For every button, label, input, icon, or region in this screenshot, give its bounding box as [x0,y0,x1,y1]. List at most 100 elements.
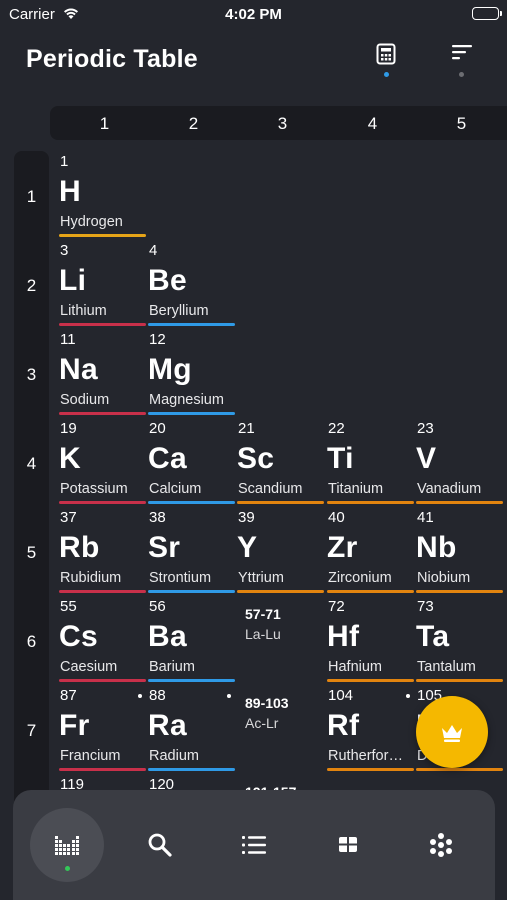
radioactive-dot [138,694,142,698]
crown-icon [442,725,462,742]
sort-button[interactable] [443,40,479,80]
atomic-number: 22 [328,420,345,437]
atomic-number: 41 [417,509,434,526]
group-label: 2 [188,114,199,133]
element-name: Rubidium [60,570,122,586]
atomic-number: 55 [60,598,77,615]
element-name: Tantalum [417,659,476,675]
element-cell-calcium[interactable]: 20 Ca Calcium [148,418,237,507]
element-symbol: Hf [327,620,360,653]
category-bar [59,412,146,415]
element-cell-vanadium[interactable]: 23 V Vanadium [416,418,505,507]
element-symbol: Zr [327,531,358,564]
category-bar [327,501,414,504]
tab-search[interactable] [123,808,197,882]
element-cell-titanium[interactable]: 22 Ti Titanium [327,418,416,507]
atomic-number: 4 [149,242,158,259]
tab-molecules[interactable] [404,808,478,882]
series-symbols: Ac-Lr [245,715,279,731]
category-bar [148,590,235,593]
element-name: Hydrogen [60,214,123,230]
category-bar [59,234,146,237]
category-bar [59,323,146,326]
element-cell-potassium[interactable]: 19 K Potassium [59,418,148,507]
period-label: 1 [26,187,37,206]
category-bar [148,412,235,415]
category-bar [148,768,235,771]
element-name: Rutherfor… [328,748,403,764]
element-cell-rutherfordium[interactable]: 104 Rf Rutherfor… [327,685,416,774]
element-cell-magnesium[interactable]: 12 Mg Magnesium [148,329,237,418]
element-cell-rubidium[interactable]: 37 Rb Rubidium [59,507,148,596]
element-cell-francium[interactable]: 87 Fr Francium [59,685,148,774]
element-symbol: H [59,175,81,208]
atomic-number: 72 [328,598,345,615]
lanthanide-series-cell[interactable]: 57-71 La-Lu [237,596,326,685]
bottom-tab-bar [13,790,495,900]
element-name: Scandium [238,481,303,497]
radioactive-dot [227,694,231,698]
element-cell-lithium[interactable]: 3 Li Lithium [59,240,148,329]
element-symbol: Rb [59,531,100,564]
element-name: Barium [149,659,195,675]
element-symbol: Sc [237,442,275,475]
element-name: Calcium [149,481,202,497]
element-cell-hydrogen[interactable]: 1 H Hydrogen [59,151,148,240]
series-range: 89-103 [245,695,289,711]
element-cell-barium[interactable]: 56 Ba Barium [148,596,237,685]
element-cell-sodium[interactable]: 11 Na Sodium [59,329,148,418]
element-symbol: Y [237,531,258,564]
element-name: Niobium [417,570,471,586]
element-name: Yttrium [238,570,284,586]
category-bar [416,679,503,682]
element-name: Strontium [149,570,212,586]
element-symbol: Li [59,264,87,297]
element-cell-hafnium[interactable]: 72 Hf Hafnium [327,596,416,685]
element-symbol: Ra [148,709,187,742]
atomic-number: 23 [417,420,434,437]
element-cell-radium[interactable]: 88 Ra Radium [148,685,237,774]
element-symbol: Nb [416,531,457,564]
atomic-number: 19 [60,420,77,437]
radioactive-dot [406,694,410,698]
search-icon [148,833,172,857]
category-bar [416,590,503,593]
actinide-series-cell[interactable]: 89-103 Ac-Lr [237,685,326,774]
element-symbol: Ti [327,442,354,475]
element-cell-caesium[interactable]: 55 Cs Caesium [59,596,148,685]
calculator-button[interactable] [368,40,404,80]
category-bar [148,501,235,504]
category-bar [59,768,146,771]
element-cell-tantalum[interactable]: 73 Ta Tantalum [416,596,505,685]
series-symbols: La-Lu [245,626,281,642]
premium-button[interactable] [416,696,488,768]
clock: 4:02 PM [225,6,282,23]
element-cell-yttrium[interactable]: 39 Y Yttrium [237,507,326,596]
element-cell-zirconium[interactable]: 40 Zr Zirconium [327,507,416,596]
tab-grid[interactable] [311,808,385,882]
tab-table-view[interactable] [30,808,104,882]
element-name: Radium [149,748,199,764]
element-symbol: Na [59,353,98,386]
atomic-number: 1 [60,153,69,170]
element-cell-beryllium[interactable]: 4 Be Beryllium [148,240,237,329]
element-symbol: Ca [148,442,187,475]
tab-list[interactable] [217,808,291,882]
atomic-number: 21 [238,420,255,437]
element-symbol: Fr [59,709,90,742]
element-name: Titanium [328,481,384,497]
element-name: Sodium [60,392,110,408]
period-header: 1 2 3 4 5 6 7 [14,151,49,811]
category-bar [327,768,414,771]
element-cell-niobium[interactable]: 41 Nb Niobium [416,507,505,596]
category-bar [59,679,146,682]
element-cell-scandium[interactable]: 21 Sc Scandium [237,418,326,507]
element-cell-strontium[interactable]: 38 Sr Strontium [148,507,237,596]
category-bar [237,501,324,504]
series-range: 57-71 [245,606,281,622]
element-symbol: Ba [148,620,187,653]
element-symbol: V [416,442,437,475]
group-label: 1 [99,114,110,133]
page-title: Periodic Table [26,45,198,73]
element-name: Francium [60,748,121,764]
